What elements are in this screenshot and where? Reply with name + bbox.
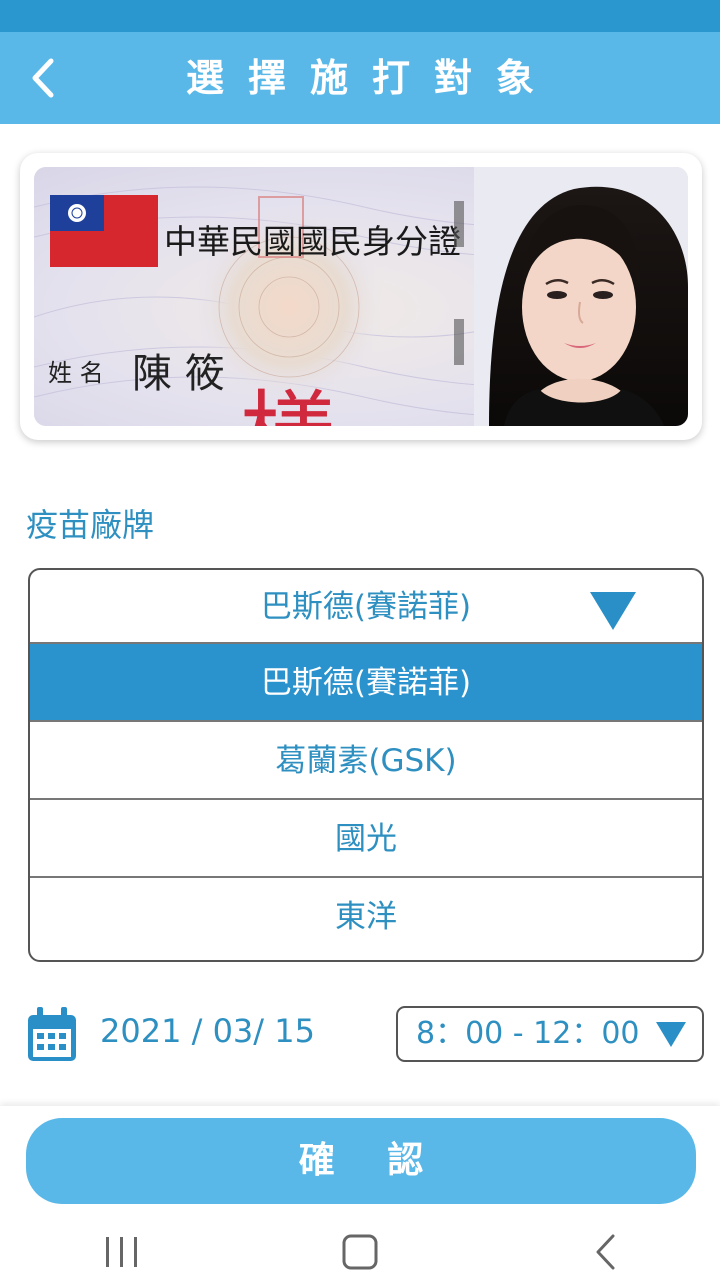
time-slot-value: 8：00 - 12：00	[416, 1016, 640, 1051]
page-title: 選擇施打對象	[185, 56, 558, 100]
vaccine-option-gsk[interactable]: 葛蘭素(GSK)	[30, 722, 702, 800]
system-nav-bar	[0, 1220, 720, 1280]
app-header: 選擇施打對象	[0, 32, 720, 124]
vaccine-brand-select[interactable]: 巴斯德(賽諾菲)	[30, 570, 702, 644]
id-card-name-label: 姓 名	[48, 359, 104, 387]
calendar-icon[interactable]	[26, 1005, 78, 1063]
selected-date[interactable]: 2021 / 03/ 15	[100, 1012, 315, 1050]
system-back-button[interactable]	[576, 1228, 636, 1276]
vaccine-option-kuokuang[interactable]: 國光	[30, 800, 702, 878]
home-icon	[342, 1234, 378, 1270]
vaccine-option-sanofi[interactable]: 巴斯德(賽諾菲)	[30, 644, 702, 722]
back-button[interactable]	[22, 52, 62, 104]
id-card-name-value: 陳 筱	[132, 351, 225, 397]
back-icon	[596, 1234, 615, 1270]
vaccine-option-tty[interactable]: 東洋	[30, 878, 702, 956]
bottom-area: 確 認	[0, 1106, 720, 1280]
vaccine-brand-dropdown: 巴斯德(賽諾菲) 巴斯德(賽諾菲) 葛蘭素(GSK) 國光 東洋	[28, 568, 704, 962]
chevron-left-icon	[32, 58, 54, 98]
id-card-frame: 中華民國國民身分證 姓 名 陳 筱 樣本	[20, 153, 702, 440]
portrait-photo	[474, 167, 688, 426]
id-card-image: 中華民國國民身分證 姓 名 陳 筱 樣本	[34, 167, 688, 426]
triangle-down-icon	[590, 592, 636, 630]
confirm-button[interactable]: 確 認	[26, 1118, 696, 1204]
time-slot-select[interactable]: 8：00 - 12：00	[396, 1006, 704, 1062]
sample-stamp: 樣本	[223, 385, 335, 426]
home-button[interactable]	[330, 1228, 390, 1276]
status-bar	[0, 0, 720, 32]
triangle-down-icon	[656, 1022, 686, 1047]
recent-apps-button[interactable]	[92, 1228, 152, 1276]
id-card-title: 中華民國國民身分證	[164, 222, 461, 261]
recent-apps-icon	[106, 1237, 137, 1267]
vaccine-brand-selected-value: 巴斯德(賽諾菲)	[260, 589, 472, 625]
vaccine-brand-label: 疫苗廠牌	[26, 506, 155, 544]
